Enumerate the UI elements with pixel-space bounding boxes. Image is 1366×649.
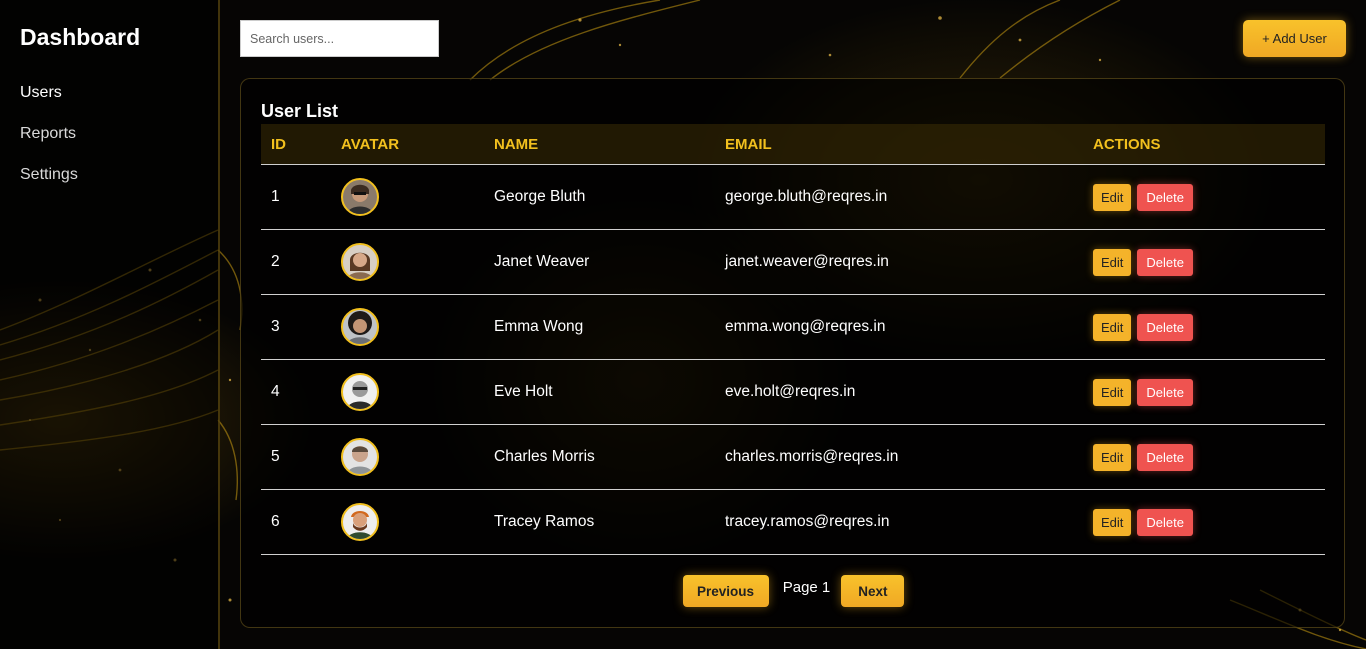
cell-id: 5 [261,424,341,490]
cell-id: 4 [261,359,341,425]
table-header-row: ID AVATAR NAME EMAIL ACTIONS [261,124,1325,165]
brand-title: Dashboard [20,24,141,50]
avatar [341,178,379,216]
search-input[interactable] [240,20,439,57]
delete-button[interactable]: Delete [1137,313,1193,341]
cell-id: 6 [261,489,341,555]
edit-button[interactable]: Edit [1093,508,1132,536]
delete-button[interactable]: Delete [1137,378,1193,406]
add-user-button[interactable]: + Add User [1243,20,1346,57]
table-row: 1 George Bluth george.bluth@reqres.in Ed… [261,164,1325,230]
cell-name: Janet Weaver [494,229,725,295]
table-row: 6 Tracey Ramos tracey.ramos@reqres.in Ed… [261,489,1325,555]
avatar [341,308,379,346]
pagination: Previous Page 1 Next [241,575,1346,607]
table-row: 2 Janet Weaver janet.weaver@reqres.in Ed… [261,229,1325,295]
column-header-id: ID [261,124,341,165]
delete-button[interactable]: Delete [1137,443,1193,471]
edit-button[interactable]: Edit [1093,313,1132,341]
cell-name: Charles Morris [494,424,725,490]
cell-email: janet.weaver@reqres.in [725,229,1093,295]
sidebar-item-users[interactable]: Users [20,82,78,123]
panel-title: User List [261,101,339,121]
column-header-email: EMAIL [725,124,1093,165]
delete-button[interactable]: Delete [1137,248,1193,276]
column-header-name: NAME [494,124,725,165]
table-row: 5 Charles Morris charles.morris@reqres.i… [261,424,1325,490]
table-row: 3 Emma Wong emma.wong@reqres.in Edit Dele… [261,294,1325,360]
cell-name: Eve Holt [494,359,725,425]
sidebar-item-settings[interactable]: Settings [20,164,78,205]
edit-button[interactable]: Edit [1093,443,1132,471]
cell-email: george.bluth@reqres.in [725,164,1093,230]
cell-id: 2 [261,229,341,295]
user-list-panel: User List ID AVATAR NAME EMAIL ACTIONS 1… [240,78,1345,628]
previous-page-button[interactable]: Previous [682,575,769,607]
cell-name: George Bluth [494,164,725,230]
delete-button[interactable]: Delete [1137,183,1193,211]
cell-email: charles.morris@reqres.in [725,424,1093,490]
avatar [341,438,379,476]
edit-button[interactable]: Edit [1093,248,1132,276]
sidebar-nav: Users Reports Settings [20,82,78,205]
avatar [341,243,379,281]
sidebar-item-reports[interactable]: Reports [20,123,78,164]
cell-id: 1 [261,164,341,230]
edit-button[interactable]: Edit [1093,378,1132,406]
next-page-button[interactable]: Next [841,575,905,607]
cell-name: Emma Wong [494,294,725,360]
sidebar: Dashboard Users Reports Settings [0,0,220,649]
cell-id: 3 [261,294,341,360]
avatar [341,503,379,541]
cell-email: tracey.ramos@reqres.in [725,489,1093,555]
users-table: ID AVATAR NAME EMAIL ACTIONS 1 George Bl… [261,124,1325,555]
delete-button[interactable]: Delete [1137,508,1193,536]
column-header-avatar: AVATAR [341,124,494,165]
cell-email: emma.wong@reqres.in [725,294,1093,360]
page-indicator: Page 1 [782,578,831,596]
avatar [341,373,379,411]
edit-button[interactable]: Edit [1093,183,1132,211]
cell-email: eve.holt@reqres.in [725,359,1093,425]
cell-name: Tracey Ramos [494,489,725,555]
column-header-actions: ACTIONS [1093,124,1325,165]
table-row: 4 Eve Holt eve.holt@reqres.in Edit Delete [261,359,1325,425]
